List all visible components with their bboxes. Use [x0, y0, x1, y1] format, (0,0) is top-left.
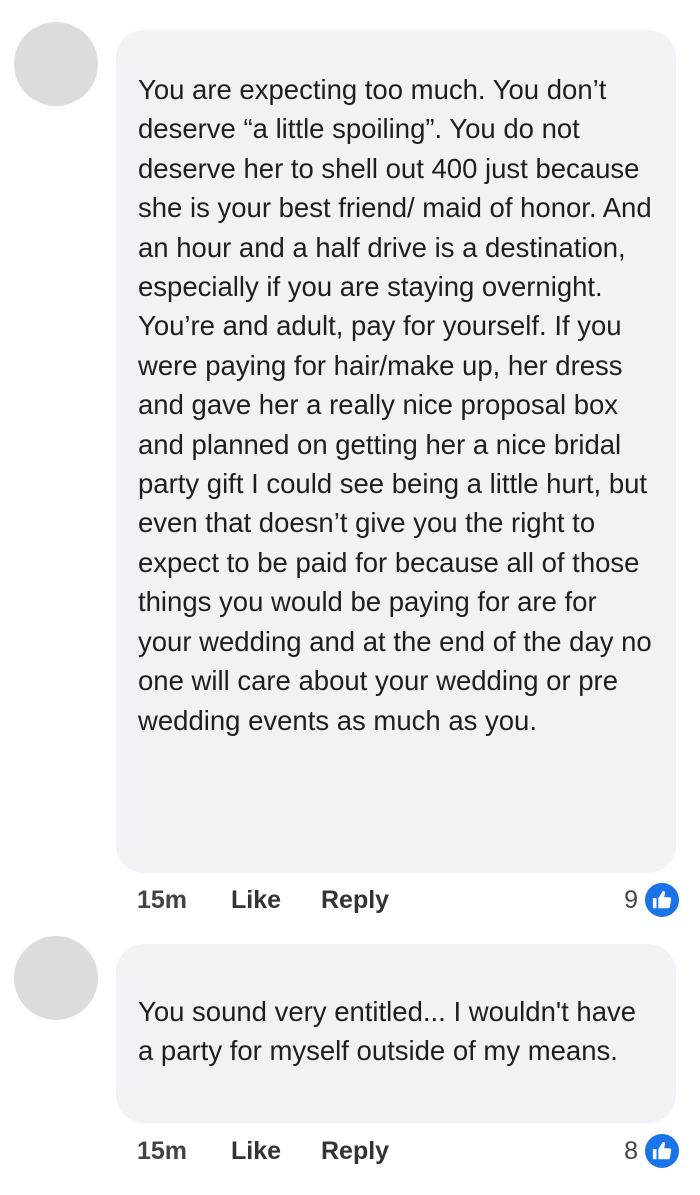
reply-button[interactable]: Reply — [321, 1137, 389, 1166]
reaction-summary[interactable]: 9 — [624, 880, 682, 920]
comment-actions: 15m Like Reply — [137, 1137, 389, 1166]
like-icon — [642, 1131, 682, 1171]
comment-bubble: You sound very entitled... I wouldn't ha… — [116, 944, 676, 1123]
comment-timestamp[interactable]: 15m — [137, 886, 231, 915]
comment-bubble: You are expecting too much. You don’t de… — [116, 30, 676, 873]
reaction-count: 8 — [624, 1136, 638, 1165]
like-button[interactable]: Like — [231, 886, 321, 915]
comment-text: You are expecting too much. You don’t de… — [138, 74, 652, 736]
reply-button[interactable]: Reply — [321, 886, 389, 915]
comment-actions: 15m Like Reply — [137, 886, 389, 915]
like-button[interactable]: Like — [231, 1137, 321, 1166]
avatar[interactable] — [14, 22, 98, 106]
comment-text: You sound very entitled... I wouldn't ha… — [138, 996, 637, 1067]
reaction-count: 9 — [624, 885, 638, 914]
avatar[interactable] — [14, 936, 98, 1020]
like-icon — [642, 880, 682, 920]
comment-timestamp[interactable]: 15m — [137, 1137, 231, 1166]
reaction-summary[interactable]: 8 — [624, 1131, 682, 1171]
